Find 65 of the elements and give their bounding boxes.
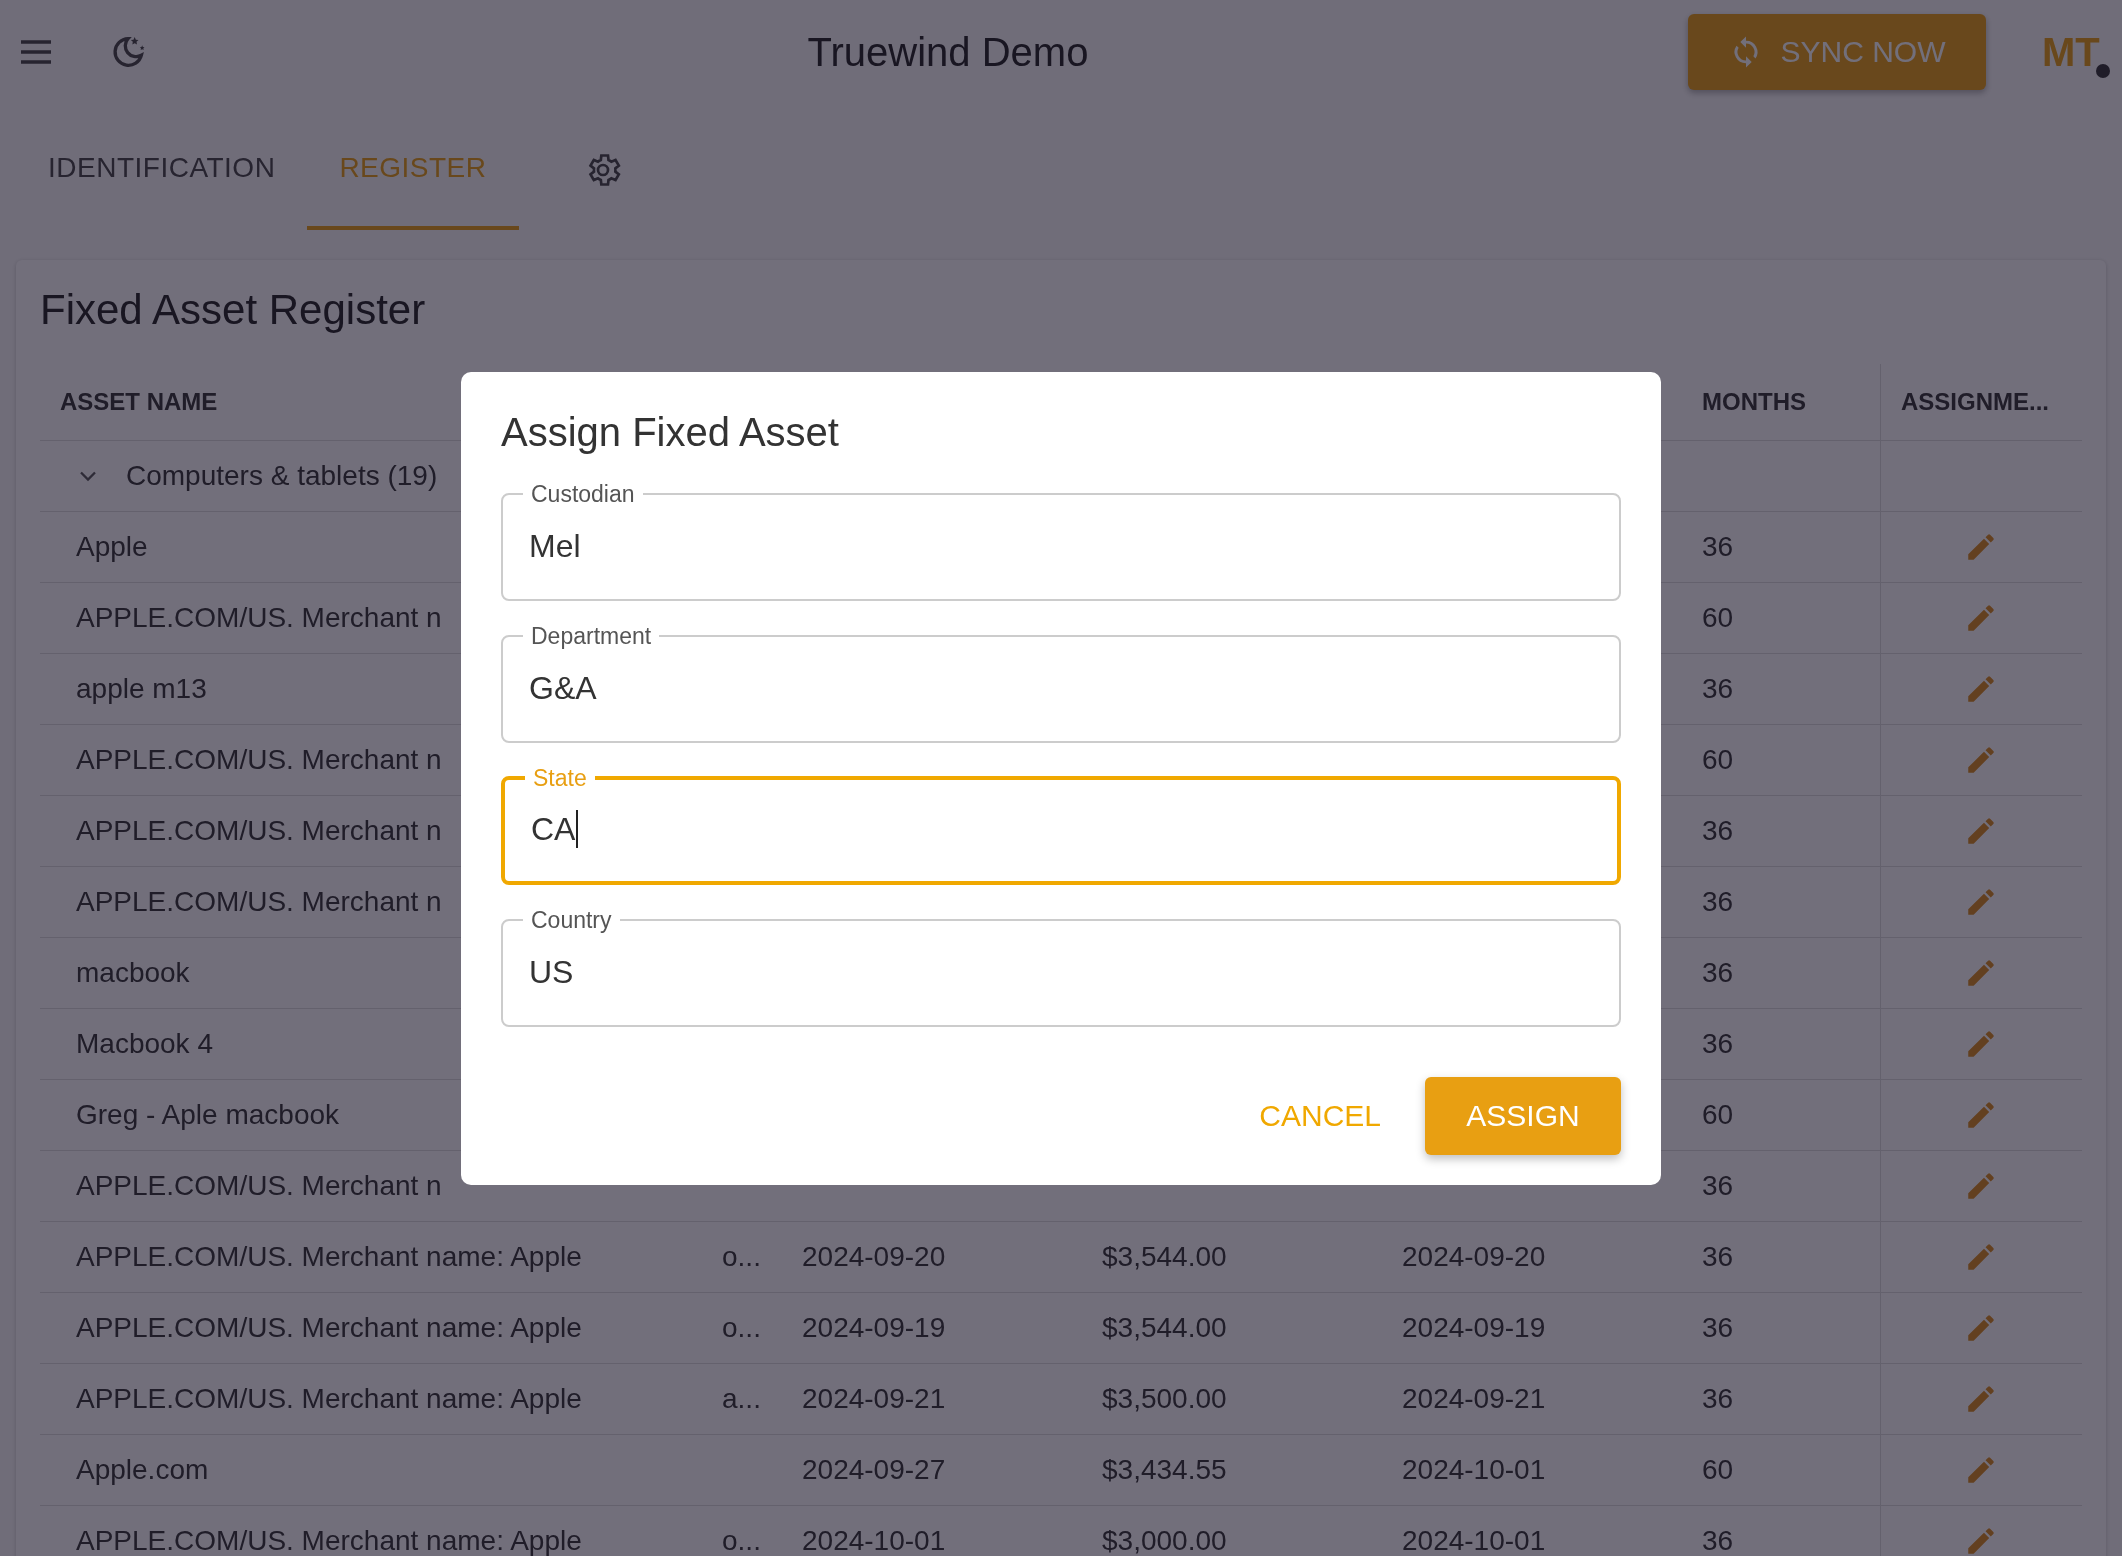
table-cell: APPLE.COM/US. Merchant n bbox=[76, 886, 442, 918]
table-cell: o... bbox=[722, 1241, 761, 1273]
table-cell: 60 bbox=[1702, 744, 1734, 776]
column-header[interactable]: MONTHS bbox=[1702, 388, 1806, 416]
table-cell: 2024-10-01 bbox=[1402, 1525, 1546, 1556]
text-cursor bbox=[576, 810, 579, 848]
table-cell: 2024-09-27 bbox=[802, 1454, 946, 1486]
column-header[interactable]: ASSIGNME... bbox=[1901, 388, 2050, 416]
status-dot bbox=[2096, 64, 2110, 78]
table-cell: Apple.com bbox=[76, 1454, 209, 1486]
field-label: Custodian bbox=[530, 480, 636, 508]
table-cell: 60 bbox=[1702, 1099, 1734, 1131]
table-cell: Apple bbox=[76, 531, 148, 563]
table-cell: 36 bbox=[1702, 815, 1734, 847]
table-cell: 36 bbox=[1702, 1028, 1734, 1060]
app-title: Truewind Demo bbox=[806, 29, 1089, 75]
table-cell: 2024-09-19 bbox=[802, 1312, 946, 1344]
field-label: State bbox=[532, 764, 588, 792]
tab[interactable]: IDENTIFICATION bbox=[16, 110, 308, 230]
table-cell: 36 bbox=[1702, 957, 1734, 989]
table-cell: Macbook 4 bbox=[76, 1028, 213, 1060]
table-cell: 36 bbox=[1702, 1312, 1734, 1344]
table-cell: 36 bbox=[1702, 1241, 1734, 1273]
table-cell: apple m13 bbox=[76, 673, 207, 705]
table-cell: a... bbox=[722, 1383, 761, 1415]
table-cell: $3,500.00 bbox=[1102, 1383, 1227, 1415]
table-cell: $3,000.00 bbox=[1102, 1525, 1227, 1556]
table-cell: APPLE.COM/US. Merchant n bbox=[76, 815, 442, 847]
table-cell: 2024-09-19 bbox=[1402, 1312, 1546, 1344]
group-label: Computers & tablets (19) bbox=[126, 460, 438, 492]
table-cell: APPLE.COM/US. Merchant name: Apple bbox=[76, 1241, 582, 1273]
field-label: Department bbox=[530, 622, 653, 650]
table-cell: $3,434.55 bbox=[1102, 1454, 1227, 1486]
table-cell: 36 bbox=[1702, 673, 1734, 705]
table-cell: 2024-09-20 bbox=[802, 1241, 946, 1273]
table-cell: APPLE.COM/US. Merchant name: Apple bbox=[76, 1525, 582, 1556]
column-header[interactable]: ASSET NAME bbox=[60, 388, 218, 416]
table-cell: 2024-10-01 bbox=[802, 1525, 946, 1556]
table-cell: o... bbox=[722, 1525, 761, 1556]
assign-button[interactable]: ASSIGN bbox=[1425, 1076, 1621, 1155]
table-cell: $3,544.00 bbox=[1102, 1312, 1227, 1344]
table-cell: 36 bbox=[1702, 531, 1734, 563]
table-cell: APPLE.COM/US. Merchant n bbox=[76, 744, 442, 776]
table-cell: 60 bbox=[1702, 602, 1734, 634]
cancel-button[interactable]: CANCEL bbox=[1249, 1088, 1391, 1143]
table-cell: 36 bbox=[1702, 886, 1734, 918]
table-cell: APPLE.COM/US. Merchant name: Apple bbox=[76, 1312, 582, 1344]
table-cell: 2024-09-21 bbox=[802, 1383, 946, 1415]
table-cell: o... bbox=[722, 1312, 761, 1344]
table-cell: 2024-09-20 bbox=[1402, 1241, 1546, 1273]
table-cell: 36 bbox=[1702, 1170, 1734, 1202]
table-cell: 36 bbox=[1702, 1525, 1734, 1556]
table-cell: $3,544.00 bbox=[1102, 1241, 1227, 1273]
table-cell: APPLE.COM/US. Merchant name: Apple bbox=[76, 1383, 582, 1415]
table-cell: 36 bbox=[1702, 1383, 1734, 1415]
table-cell: APPLE.COM/US. Merchant n bbox=[76, 1170, 442, 1202]
field-label: Country bbox=[530, 906, 613, 934]
table-cell: 60 bbox=[1702, 1454, 1734, 1486]
table-cell: 2024-10-01 bbox=[1402, 1454, 1546, 1486]
table-cell: APPLE.COM/US. Merchant n bbox=[76, 602, 442, 634]
dialog-title: Assign Fixed Asset bbox=[501, 409, 840, 455]
table-cell: Greg - Aple macbook bbox=[76, 1099, 340, 1131]
table-cell: 2024-09-21 bbox=[1402, 1383, 1546, 1415]
card-title: Fixed Asset Register bbox=[40, 286, 427, 334]
table-cell: macbook bbox=[76, 957, 190, 989]
